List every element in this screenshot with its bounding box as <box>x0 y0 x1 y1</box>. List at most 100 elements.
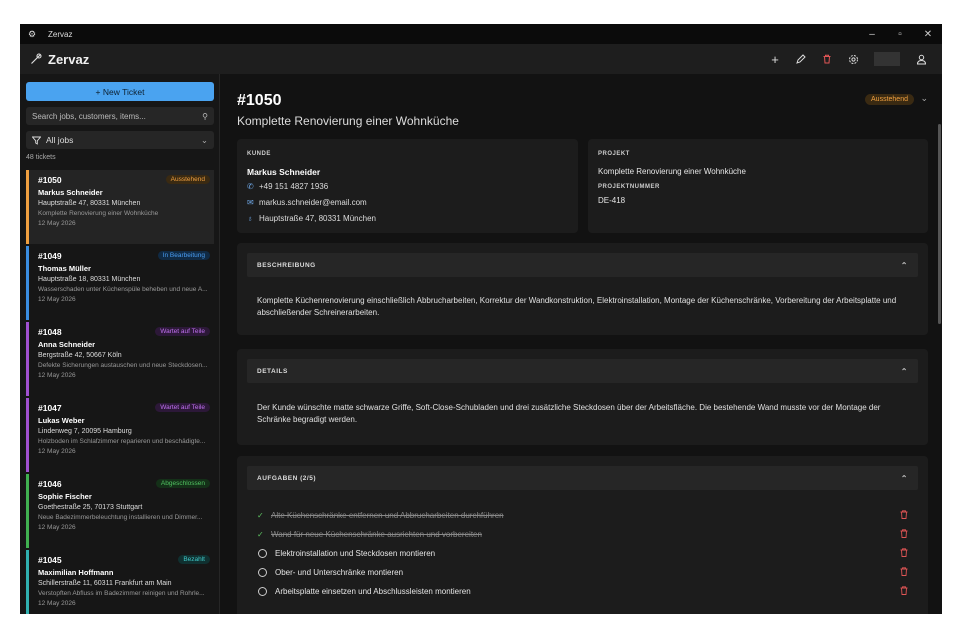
ticket-list-item[interactable]: #1050 Ausstehend Markus Schneider Hauptstra… <box>26 170 214 244</box>
sidebar: + New Ticket ⚲ All jobs ⌄ 48 tickets #10… <box>20 74 220 614</box>
ticket-list-item[interactable]: #1048 Wartet auf Teile Anna Schneider Bergs… <box>26 322 214 396</box>
close-button[interactable]: ✕ <box>914 29 942 40</box>
status-badge[interactable]: Ausstehend <box>865 94 914 105</box>
ticket-item-status-badge: Ausstehend <box>165 175 210 184</box>
ticket-item-customer: Lukas Weber <box>38 416 85 425</box>
customer-phone-row[interactable]: ✆ +49 151 4827 1936 <box>247 182 328 191</box>
customer-email: markus.schneider@email.com <box>259 198 367 207</box>
ticket-item-date: 12 May 2026 <box>38 296 76 303</box>
toolbar-divider <box>874 52 900 66</box>
task-item: Arbeitsplatte einsetzen und Abschlusslei… <box>257 584 908 598</box>
customer-address-row: ♁ Hauptstraße 47, 80331 München <box>247 214 376 223</box>
ticket-item-description: Neue Badezimmerbeleuchtung installieren … <box>38 514 203 521</box>
task-text: Alte Küchenschränke entfernen und Abbruc… <box>271 510 504 520</box>
chevron-up-icon: ⌃ <box>900 473 908 483</box>
job-filter-select[interactable]: All jobs ⌄ <box>26 131 214 149</box>
ticket-item-status-badge: Wartet auf Teile <box>155 403 210 412</box>
ticket-item-description: Holzboden im Schlafzimmer reparieren und… <box>38 438 206 445</box>
project-number: DE-418 <box>598 196 626 205</box>
delete-task-icon[interactable] <box>900 585 908 597</box>
edit-icon[interactable] <box>788 54 814 64</box>
customer-card: KUNDE Markus Schneider ✆ +49 151 4827 193… <box>237 139 578 233</box>
tasks-section: AUFGABEN (2/5) ⌃ ✓ Alte Küchenschränke ent… <box>237 456 928 614</box>
task-checkbox[interactable] <box>258 586 267 596</box>
ticket-item-date: 12 May 2026 <box>38 220 76 227</box>
location-icon: ♁ <box>247 214 253 223</box>
ticket-item-status-badge: Wartet auf Teile <box>155 327 210 336</box>
app-name: Zervaz <box>48 51 90 67</box>
checkmark-icon[interactable]: ✓ <box>257 511 271 520</box>
scrollbar[interactable] <box>938 124 941 324</box>
ticket-list: #1050 Ausstehend Markus Schneider Hauptstra… <box>26 170 214 614</box>
description-header[interactable]: BESCHREIBUNG ⌃ <box>247 253 918 277</box>
ticket-item-address: Goethestraße 25, 70173 Stuttgart <box>38 504 143 511</box>
project-name: Komplette Renovierung einer Wohnküche <box>598 167 746 176</box>
details-label: DETAILS <box>257 367 288 375</box>
tasks-label: AUFGABEN (2/5) <box>257 474 317 482</box>
ticket-list-item[interactable]: #1047 Wartet auf Teile Lukas Weber Lindenwe… <box>26 398 214 472</box>
app-window: ⚙ Zervaz – ▫ ✕ Zervaz + + New Ticket Sea… <box>20 24 942 614</box>
add-icon[interactable]: + <box>762 52 788 67</box>
task-checkbox[interactable] <box>258 548 267 558</box>
wrench-icon <box>31 53 42 64</box>
checkmark-icon[interactable]: ✓ <box>257 530 271 539</box>
ticket-item-description: Wasserschaden unter Küchenspüle beheben … <box>38 286 208 293</box>
ticket-item-status-badge: Bezahlt <box>178 555 210 564</box>
delete-task-icon[interactable] <box>900 566 908 578</box>
ticket-number: #1050 <box>237 92 282 109</box>
ticket-item-address: Lindenweg 7, 20095 Hamburg <box>38 428 132 435</box>
ticket-item-customer: Maximilian Hoffmann <box>38 568 114 577</box>
customer-address: Hauptstraße 47, 80331 München <box>259 214 376 223</box>
ticket-item-status-badge: In Bearbeitung <box>157 251 210 260</box>
window-title: Zervaz <box>48 29 73 39</box>
ticket-list-item[interactable]: #1046 Abgeschlossen Sophie Fischer Goethest… <box>26 474 214 548</box>
task-text: Arbeitsplatte einsetzen und Abschlusslei… <box>275 586 471 596</box>
chevron-up-icon: ⌃ <box>900 260 908 270</box>
search-icon[interactable]: ⚲ <box>202 112 208 121</box>
ticket-item-date: 12 May 2026 <box>38 372 76 379</box>
ticket-list-item[interactable]: #1049 In Bearbeitung Thomas Müller Hauptstr… <box>26 246 214 320</box>
task-text: Ober- und Unterschränke montieren <box>275 567 404 577</box>
phone-icon: ✆ <box>247 182 254 191</box>
ticket-item-customer: Sophie Fischer <box>38 492 92 501</box>
tasks-header[interactable]: AUFGABEN (2/5) ⌃ <box>247 466 918 490</box>
chevron-up-icon: ⌃ <box>900 366 908 376</box>
delete-task-icon[interactable] <box>900 528 908 540</box>
delete-icon[interactable] <box>814 54 840 64</box>
delete-task-icon[interactable] <box>900 509 908 521</box>
new-ticket-button[interactable]: + New Ticket <box>26 82 214 101</box>
project-card: PROJEKT Komplette Renovierung einer Wohn… <box>588 139 928 233</box>
ticket-item-description: Komplette Renovierung einer Wohnküche <box>38 210 159 217</box>
ticket-item-address: Bergstraße 42, 50667 Köln <box>38 352 122 359</box>
task-item: Ober- und Unterschränke montieren <box>257 565 908 579</box>
task-item: ✓ Alte Küchenschränke entfernen und Abbru… <box>257 508 908 522</box>
delete-task-icon[interactable] <box>900 547 908 559</box>
ticket-detail: #1050 Komplette Renovierung einer Wohnkü… <box>221 74 942 614</box>
ticket-item-address: Schillerstraße 11, 60311 Frankfurt am Ma… <box>38 580 172 587</box>
mail-icon: ✉ <box>247 198 254 207</box>
ticket-item-customer: Thomas Müller <box>38 264 91 273</box>
status-chevron-icon[interactable]: ⌄ <box>920 93 928 104</box>
ticket-list-item[interactable]: #1045 Bezahlt Maximilian Hoffmann Schillers… <box>26 550 214 614</box>
task-text: Wand für neue Küchenschränke ausrichten … <box>271 529 482 539</box>
minimize-button[interactable]: – <box>858 29 886 40</box>
settings-icon[interactable] <box>840 54 866 65</box>
restore-button[interactable]: ▫ <box>886 29 914 40</box>
task-item: Elektroinstallation und Steckdosen monti… <box>257 546 908 560</box>
filter-icon <box>32 136 41 145</box>
details-text: Der Kunde wünschte matte schwarze Griffe… <box>257 403 881 424</box>
ticket-item-customer: Anna Schneider <box>38 340 96 349</box>
search-input[interactable] <box>32 111 203 121</box>
details-header[interactable]: DETAILS ⌃ <box>247 359 918 383</box>
ticket-item-address: Hauptstraße 47, 80331 München <box>38 200 141 207</box>
ticket-item-date: 12 May 2026 <box>38 600 76 607</box>
customer-email-row[interactable]: ✉ markus.schneider@email.com <box>247 198 367 207</box>
ticket-item-description: Defekte Sicherungen austauschen und neue… <box>38 362 208 369</box>
title-bar: ⚙ Zervaz – ▫ ✕ <box>20 24 942 44</box>
project-number-label: PROJEKTNUMMER <box>598 184 660 190</box>
task-checkbox[interactable] <box>258 567 267 577</box>
user-icon[interactable] <box>908 54 934 65</box>
task-text: Elektroinstallation und Steckdosen monti… <box>275 548 436 558</box>
description-label: BESCHREIBUNG <box>257 261 316 269</box>
ticket-item-date: 12 May 2026 <box>38 524 76 531</box>
